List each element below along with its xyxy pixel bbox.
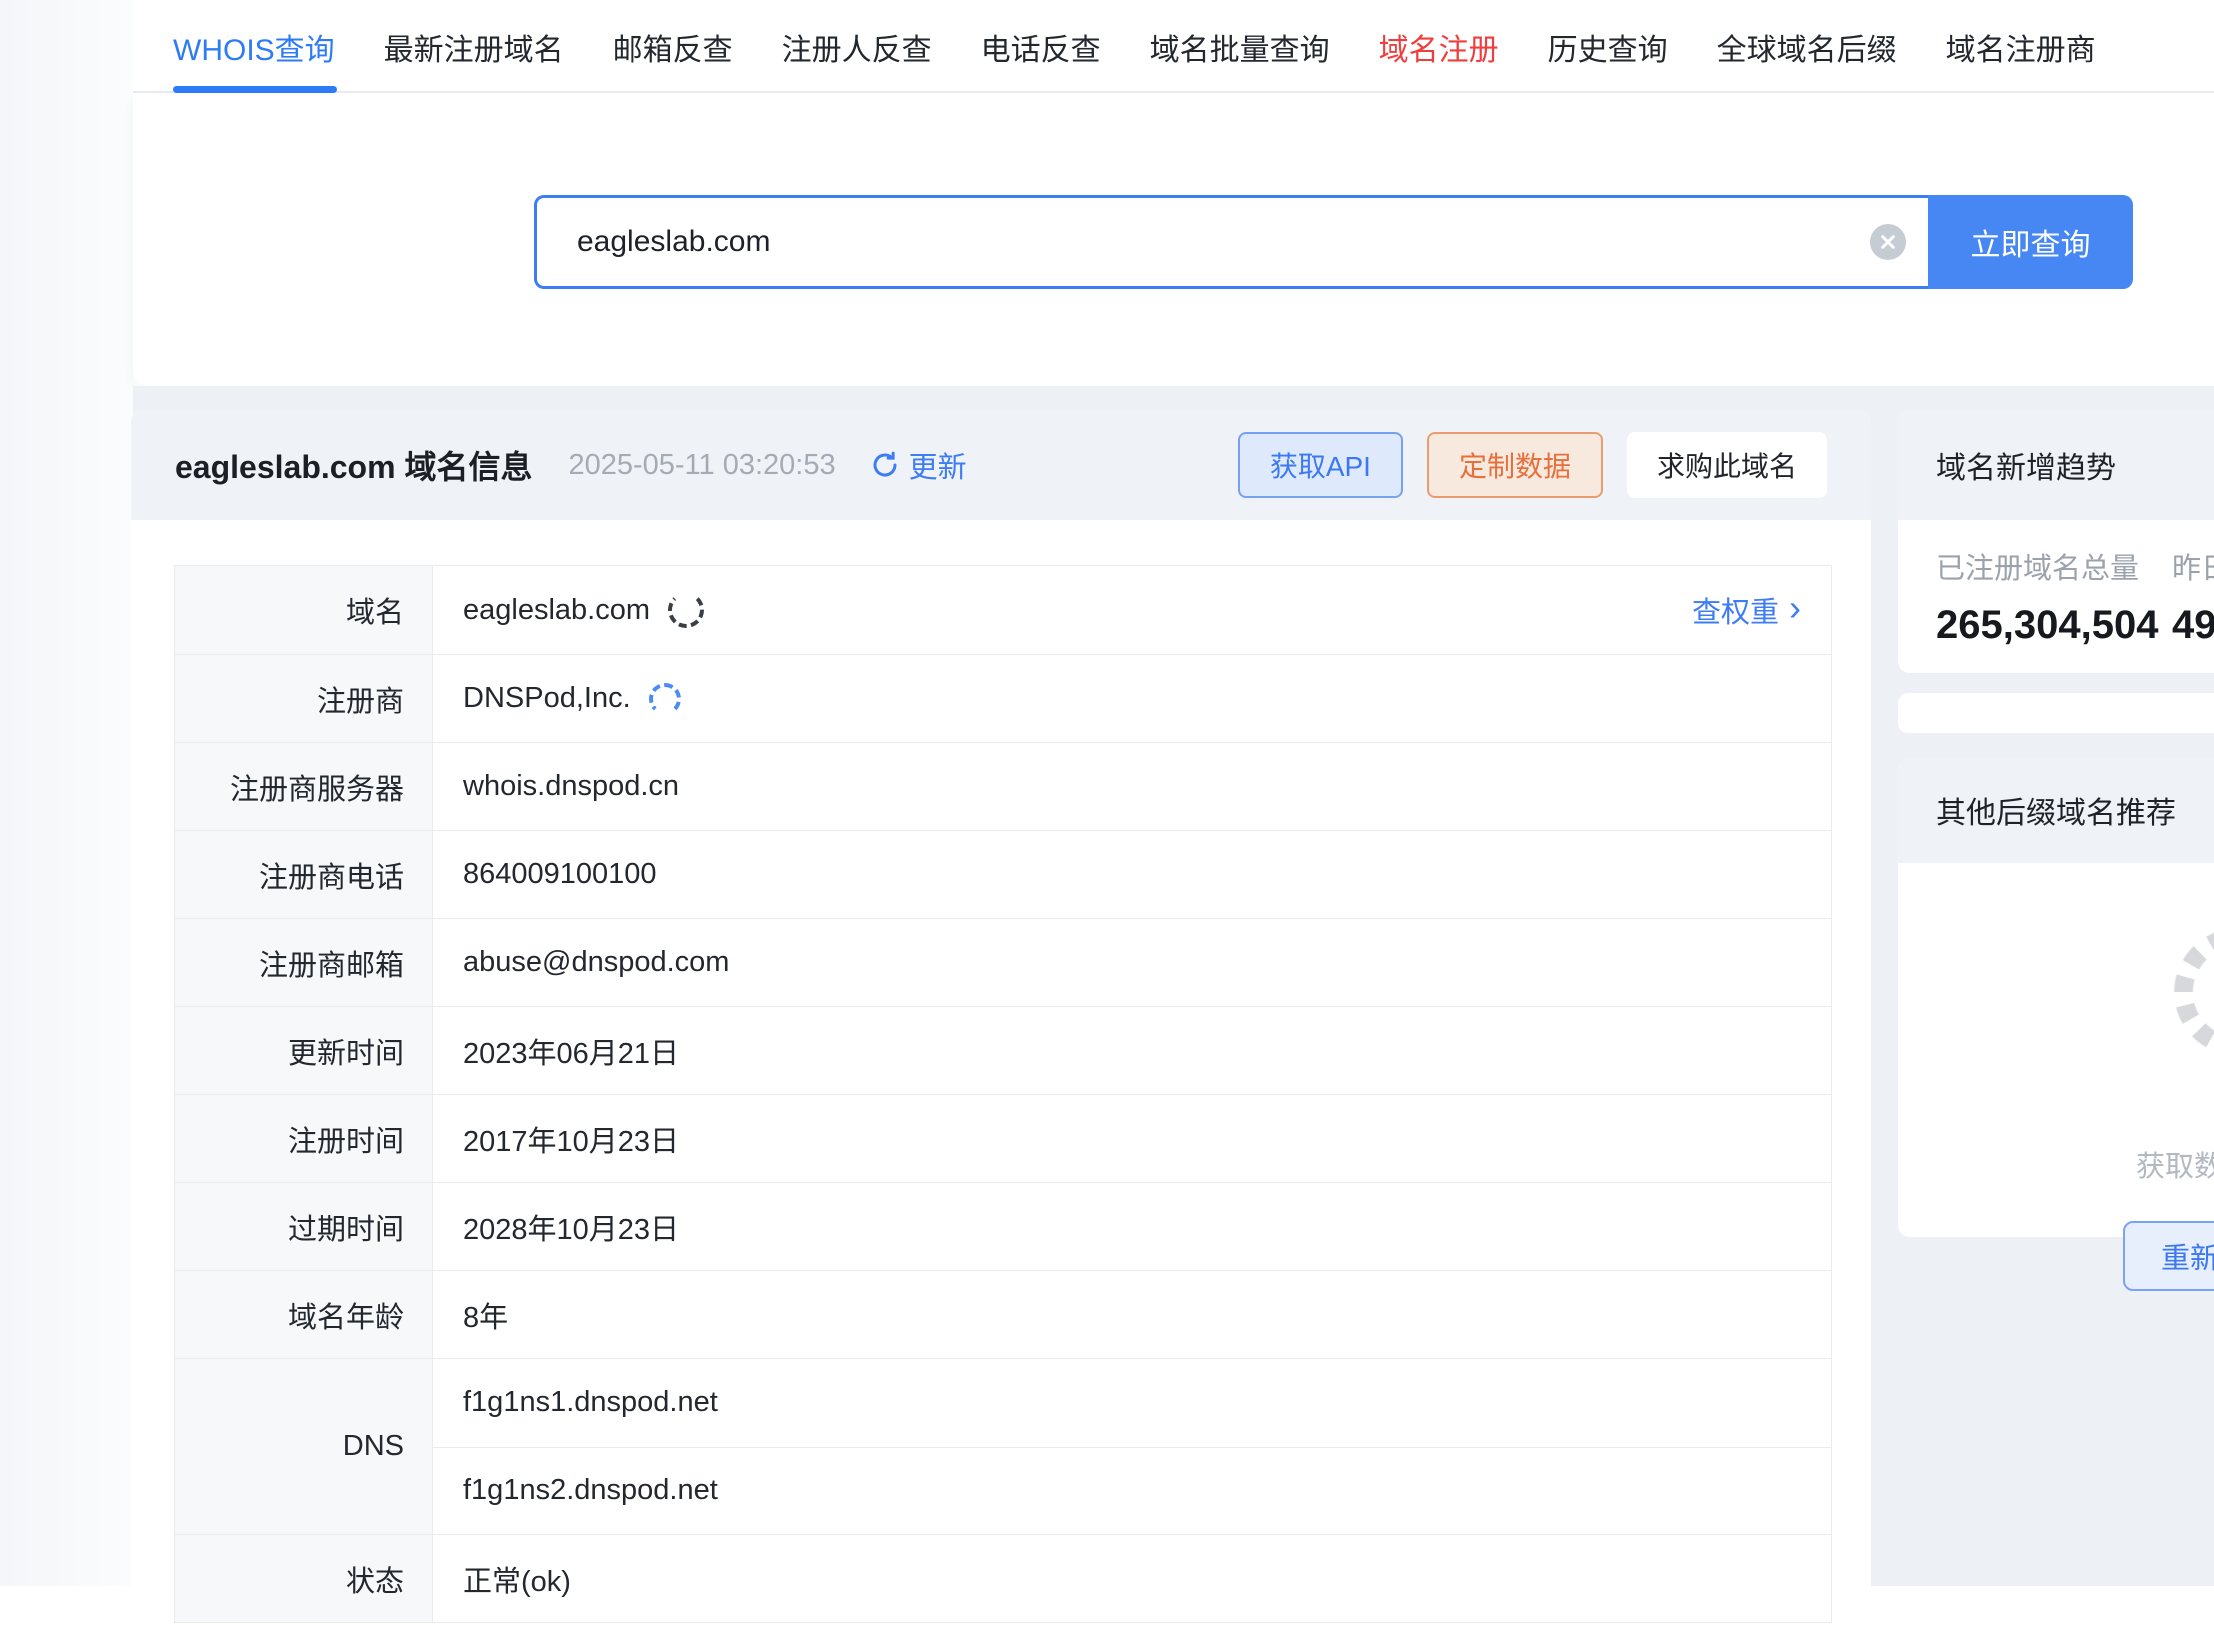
header-actions: 获取API 定制数据 求购此域名	[1238, 432, 1827, 498]
row-label: 注册商电话	[175, 831, 433, 918]
dns-server-1: f1g1ns1.dnspod.net	[433, 1359, 1831, 1447]
updated-date-value: 2023年06月21日	[433, 1007, 1831, 1094]
domain-info-header: eagleslab.com 域名信息 2025-05-11 03:20:53 更…	[131, 410, 1871, 520]
stat-value: 49,	[2172, 603, 2214, 648]
tab-batch-query[interactable]: 域名批量查询	[1150, 25, 1330, 69]
whois-info-table: 域名 eagleslab.com 查权重 › 注册商 DNSPod,Inc. 注…	[174, 565, 1832, 1623]
tab-phone-reverse[interactable]: 电话反查	[981, 25, 1101, 69]
tab-history-query[interactable]: 历史查询	[1548, 25, 1668, 69]
stat-label: 昨日新增	[2172, 545, 2214, 587]
table-row-updated-date: 更新时间 2023年06月21日	[175, 1006, 1831, 1094]
trend-card-title: 域名新增趋势	[1898, 410, 2214, 520]
registrar-email-value: abuse@dnspod.com	[433, 919, 1831, 1006]
check-weight-link[interactable]: 查权重 ›	[1692, 589, 1801, 631]
table-row-created-date: 注册时间 2017年10月23日	[175, 1094, 1831, 1182]
row-label: 过期时间	[175, 1183, 433, 1270]
dns-server-2: f1g1ns2.dnspod.net	[433, 1447, 1831, 1535]
buy-domain-button[interactable]: 求购此域名	[1627, 432, 1827, 498]
trend-card-body: 已注册域名总量 265,304,504 昨日新增 49,	[1898, 520, 2214, 673]
created-date-value: 2017年10月23日	[433, 1095, 1831, 1182]
table-row-dns: DNS f1g1ns1.dnspod.net f1g1ns2.dnspod.ne…	[175, 1358, 1831, 1534]
stat-total-registered: 已注册域名总量 265,304,504	[1936, 545, 2158, 648]
table-row-domain-age: 域名年龄 8年	[175, 1270, 1831, 1358]
stat-label: 已注册域名总量	[1936, 545, 2158, 587]
row-label: 更新时间	[175, 1007, 433, 1094]
domain-info-title: eagleslab.com 域名信息	[175, 442, 532, 488]
tab-domain-register[interactable]: 域名注册	[1379, 25, 1499, 69]
retry-fetch-button[interactable]: 重新获取	[2123, 1221, 2214, 1291]
expiry-date-value: 2028年10月23日	[433, 1183, 1831, 1270]
tab-registrar-list[interactable]: 域名注册商	[1946, 25, 2096, 69]
status-value: 正常(ok)	[433, 1535, 1831, 1622]
refresh-icon	[870, 450, 900, 480]
top-nav: WHOIS查询 最新注册域名 邮箱反查 注册人反查 电话反查 域名批量查询 域名…	[133, 0, 2214, 93]
table-row-expiry-date: 过期时间 2028年10月23日	[175, 1182, 1831, 1270]
row-label: 注册时间	[175, 1095, 433, 1182]
stat-value: 265,304,504	[1936, 603, 2158, 648]
clear-input-icon[interactable]	[1870, 224, 1906, 260]
refresh-link[interactable]: 更新	[870, 444, 967, 486]
row-label: 状态	[175, 1535, 433, 1622]
domain-value: eagleslab.com	[463, 594, 650, 627]
search-group: 立即查询	[534, 195, 2133, 289]
query-now-button[interactable]: 立即查询	[1928, 195, 2133, 289]
loading-spinner-icon	[2153, 907, 2214, 1077]
row-label: 域名	[175, 566, 433, 654]
domain-search-input[interactable]	[534, 195, 1928, 289]
row-label: 注册商	[175, 655, 433, 742]
stat-yesterday-new: 昨日新增 49,	[2172, 545, 2214, 648]
suffix-recommend-card: 其他后缀域名推荐 获取数据 重新获取	[1898, 757, 2214, 1237]
tab-registrant-reverse[interactable]: 注册人反查	[782, 25, 932, 69]
tab-global-suffix[interactable]: 全球域名后缀	[1717, 25, 1897, 69]
check-weight-label: 查权重	[1692, 589, 1779, 631]
tab-email-reverse[interactable]: 邮箱反查	[613, 25, 733, 69]
refresh-label: 更新	[909, 444, 967, 486]
search-section: 立即查询	[133, 93, 2214, 386]
table-row-registrar: 注册商 DNSPod,Inc.	[175, 654, 1831, 742]
chevron-right-icon: ›	[1789, 590, 1801, 626]
loading-spinner-icon	[649, 683, 681, 715]
registrar-value: DNSPod,Inc.	[463, 682, 631, 715]
left-margin-strip	[0, 0, 133, 1586]
row-label: 域名年龄	[175, 1271, 433, 1358]
domain-info-card: eagleslab.com 域名信息 2025-05-11 03:20:53 更…	[131, 410, 1871, 1650]
table-row-registrar-email: 注册商邮箱 abuse@dnspod.com	[175, 918, 1831, 1006]
registrar-phone-value: 864009100100	[433, 831, 1831, 918]
tab-whois-query[interactable]: WHOIS查询	[173, 25, 335, 69]
row-label: 注册商邮箱	[175, 919, 433, 1006]
loading-spinner-icon	[668, 592, 704, 628]
row-label: DNS	[175, 1359, 433, 1534]
query-timestamp: 2025-05-11 03:20:53	[568, 449, 835, 482]
row-label: 注册商服务器	[175, 743, 433, 830]
custom-data-button[interactable]: 定制数据	[1427, 432, 1603, 498]
table-row-whois-server: 注册商服务器 whois.dnspod.cn	[175, 742, 1831, 830]
whois-server-value: whois.dnspod.cn	[433, 743, 1831, 830]
table-row-status: 状态 正常(ok)	[175, 1534, 1831, 1622]
domain-age-value: 8年	[433, 1271, 1831, 1358]
tab-newly-registered[interactable]: 最新注册域名	[384, 25, 564, 69]
sidebar-white-bar	[1898, 693, 2214, 733]
active-tab-underline	[173, 86, 337, 93]
table-row-registrar-phone: 注册商电话 864009100100	[175, 830, 1831, 918]
domain-trend-card: 域名新增趋势 已注册域名总量 265,304,504 昨日新增 49,	[1898, 410, 2214, 673]
suffix-card-body: 获取数据 重新获取	[1898, 863, 2214, 1237]
suffix-card-title: 其他后缀域名推荐	[1898, 757, 2214, 863]
table-row-domain: 域名 eagleslab.com 查权重 ›	[175, 566, 1831, 654]
loading-status-text: 获取数据	[2136, 1143, 2214, 1185]
get-api-button[interactable]: 获取API	[1238, 432, 1403, 498]
